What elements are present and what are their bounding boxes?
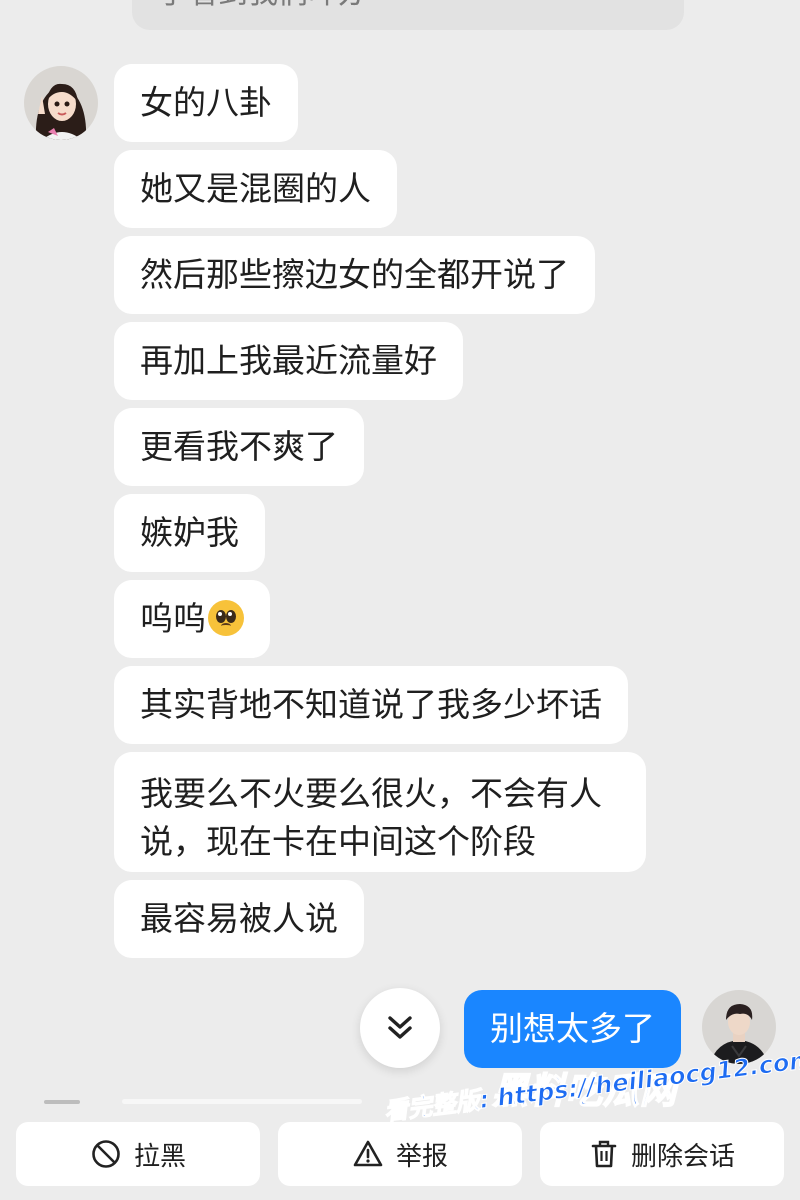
message-text: 嫉妒我 <box>140 513 239 552</box>
message-text: 她又是混圈的人 <box>140 169 371 208</box>
message-text: 我要么不火要么很火，不会有人说，现在卡在中间这个阶段 <box>140 774 602 861</box>
block-button[interactable]: 拉黑 <box>16 1122 260 1186</box>
report-button[interactable]: 举报 <box>278 1122 522 1186</box>
chat-view: 手看到我们咋办 女的八卦 她又是混圈的人 然后那些擦边女的全都开说了 再加上我最… <box>0 0 800 1200</box>
trash-icon <box>591 1140 617 1168</box>
incoming-message[interactable]: 女的八卦 <box>114 64 298 142</box>
message-text: 更看我不爽了 <box>140 427 338 466</box>
block-button-label: 拉黑 <box>133 1141 186 1172</box>
incoming-message[interactable]: 再加上我最近流量好 <box>114 322 463 400</box>
message-text: 再加上我最近流量好 <box>140 341 437 380</box>
incoming-message[interactable]: 其实背地不知道说了我多少坏话 <box>114 666 628 744</box>
incoming-message[interactable]: 更看我不爽了 <box>114 408 364 486</box>
message-text: 女的八卦 <box>140 83 272 122</box>
warning-icon <box>353 1140 383 1167</box>
message-text: 最容易被人说 <box>140 899 338 938</box>
incoming-message[interactable]: 然后那些擦边女的全都开说了 <box>114 236 595 314</box>
double-chevron-down-icon <box>388 1016 412 1039</box>
contact-avatar[interactable] <box>24 66 98 140</box>
message-text: 然后那些擦边女的全都开说了 <box>140 255 569 294</box>
outgoing-message[interactable]: 别想太多了 <box>464 990 681 1068</box>
pleading-face-emoji-icon <box>208 600 244 636</box>
delete-conversation-label: 删除会话 <box>630 1141 735 1172</box>
message-text: 其实背地不知道说了我多少坏话 <box>140 685 602 724</box>
incoming-message[interactable]: 她又是混圈的人 <box>114 150 397 228</box>
incoming-message[interactable]: 最容易被人说 <box>114 880 364 958</box>
incoming-message[interactable]: 我要么不火要么很火，不会有人说，现在卡在中间这个阶段 <box>114 752 646 872</box>
block-icon <box>92 1140 120 1168</box>
incoming-message[interactable]: 嫉妒我 <box>114 494 265 572</box>
message-text: 呜呜 <box>140 599 206 638</box>
scroll-to-bottom-button[interactable] <box>360 988 440 1068</box>
delete-conversation-button[interactable]: 删除会话 <box>540 1122 784 1186</box>
report-button-label: 举报 <box>395 1141 448 1172</box>
message-text: 别想太多了 <box>490 1009 655 1048</box>
message-bubble-partial: 手看到我们咋办 <box>132 0 684 30</box>
incoming-message[interactable]: 呜呜 <box>114 580 270 658</box>
